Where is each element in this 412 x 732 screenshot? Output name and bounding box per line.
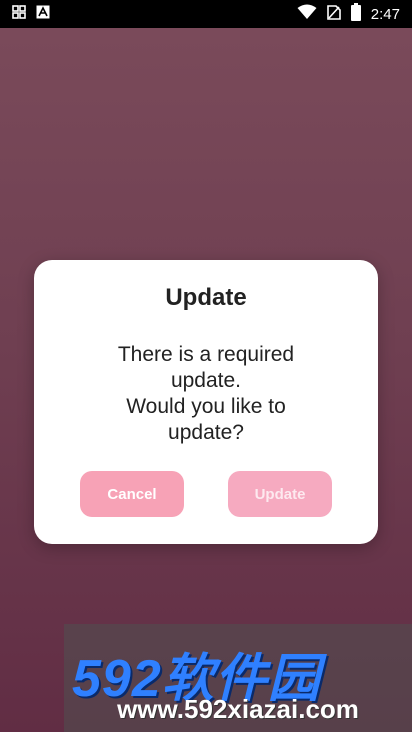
update-dialog: Update There is a required update. Would…	[34, 260, 378, 544]
status-left	[12, 4, 50, 24]
dialog-message-line-3: Would you like to	[126, 395, 286, 418]
update-button[interactable]: Update	[228, 471, 332, 517]
status-time: 2:47	[370, 5, 400, 23]
watermark-url: www.592xiazai.com	[117, 694, 359, 724]
battery-icon	[350, 2, 361, 26]
cancel-button[interactable]: Cancel	[80, 471, 184, 517]
dialog-message-line-4: update?	[168, 421, 244, 444]
dialog-message-line-1: There is a required	[117, 343, 295, 366]
wifi-icon	[297, 4, 317, 25]
dialog-message-line-2: update.	[170, 369, 242, 392]
status-right: 2:47	[297, 2, 400, 26]
dialog-message: There is a required update. Would you li…	[74, 342, 338, 446]
dialog-title: Update	[165, 284, 247, 311]
watermark: 592软件园 www.592xiazai.com	[64, 624, 412, 732]
status-bar: 2:47	[0, 0, 412, 28]
grid-app-icon	[12, 4, 26, 24]
text-a-icon	[36, 5, 50, 24]
no-sim-icon	[326, 4, 341, 25]
